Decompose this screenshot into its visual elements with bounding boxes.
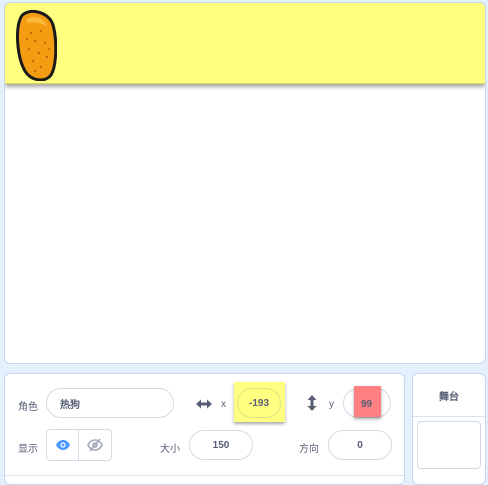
direction-value: 0 <box>357 439 363 451</box>
eye-slash-icon <box>87 438 103 452</box>
sprite-label: 角色 <box>18 402 38 413</box>
direction-label: 方向 <box>299 444 319 455</box>
size-label: 大小 <box>160 444 180 455</box>
stage-thumbnail[interactable] <box>417 421 481 469</box>
hotdog-sprite[interactable] <box>13 9 57 81</box>
stage-banner <box>5 3 485 84</box>
sprite-name-input[interactable]: 热狗 <box>46 388 174 418</box>
vertical-arrow-icon <box>307 395 317 411</box>
show-label: 显示 <box>18 444 38 455</box>
sprite-name-value: 热狗 <box>60 399 80 411</box>
size-value: 150 <box>212 439 230 451</box>
y-value: 99 <box>361 399 373 410</box>
size-input[interactable]: 150 <box>189 430 253 460</box>
eye-icon <box>55 440 70 450</box>
divider <box>5 475 404 476</box>
x-value: -193 <box>248 397 269 409</box>
visibility-toggle <box>46 429 112 461</box>
x-label: x <box>221 399 226 410</box>
sprite-info-panel: 角色 热狗 x -193 y 99 显示 大小 150 方向 0 <box>4 373 405 485</box>
show-button[interactable] <box>47 430 79 460</box>
stage-panel[interactable]: 舞台 <box>412 373 486 485</box>
y-label: y <box>329 399 334 410</box>
stage-panel-title: 舞台 <box>413 374 485 417</box>
direction-input[interactable]: 0 <box>328 430 392 460</box>
hide-button[interactable] <box>79 430 111 460</box>
x-input[interactable]: -193 <box>237 388 281 418</box>
horizontal-arrow-icon <box>196 399 212 409</box>
stage-canvas[interactable] <box>4 2 486 364</box>
